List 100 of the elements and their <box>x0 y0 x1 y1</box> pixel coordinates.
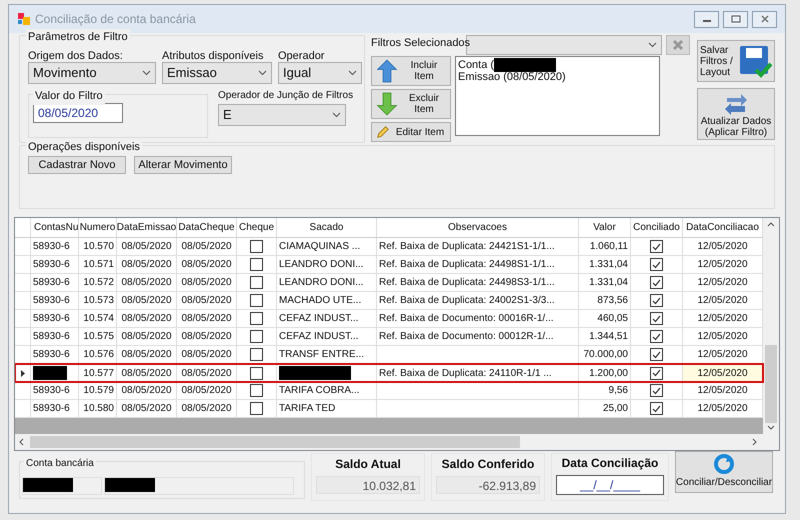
table-cell-text: 12/05/2020 <box>697 276 748 290</box>
table-row[interactable]: 58930-6 10.576 08/05/2020 08/05/2020 TRANSF ENTRE... 70.000,00 12/05/2020 <box>15 346 763 364</box>
column-header[interactable]: Cheque <box>237 218 277 237</box>
table-cell-text: 12/05/2020 <box>697 312 748 326</box>
checkbox[interactable] <box>650 348 663 361</box>
horizontal-scrollbar[interactable] <box>15 434 779 450</box>
table-cell-text: 10.577 <box>83 366 114 380</box>
checkbox[interactable] <box>650 276 663 289</box>
column-header[interactable]: Numero <box>79 218 117 237</box>
checkmark-icon <box>652 278 661 286</box>
column-header[interactable]: DataCheque <box>177 218 237 237</box>
checkbox[interactable] <box>650 240 663 253</box>
close-icon <box>672 39 684 51</box>
table-row[interactable]: 58930-6 10.579 08/05/2020 08/05/2020 TARIFA COBRA... 9,56 12/05/2020 <box>15 382 763 400</box>
dropdown[interactable]: Igual <box>278 62 362 84</box>
table-cell-text: 10.570 <box>83 240 114 254</box>
checkbox[interactable] <box>250 402 263 415</box>
close-icon <box>760 15 770 23</box>
checkbox[interactable] <box>650 330 663 343</box>
checkbox[interactable] <box>250 294 263 307</box>
table-cell-text: 58930-6 <box>33 294 70 308</box>
list-item[interactable]: Conta ( <box>458 59 494 71</box>
operation-button[interactable]: Cadastrar Novo <box>28 156 126 174</box>
checkbox[interactable] <box>650 294 663 307</box>
checkbox[interactable] <box>650 402 663 415</box>
checkbox[interactable] <box>250 384 263 397</box>
column-header[interactable]: ContasNu <box>31 218 79 237</box>
checkmark-icon <box>652 386 661 394</box>
action-button[interactable]: Incluir Item <box>371 56 451 86</box>
table-cell-text: TRANSF ENTRE... <box>279 348 364 362</box>
save-button[interactable]: Salvar Filtros / Layout <box>697 40 775 82</box>
account-code-field[interactable] <box>22 477 102 495</box>
table-cell-text: 08/05/2020 <box>121 384 172 398</box>
table-cell-text: 08/05/2020 <box>121 240 172 254</box>
table-row[interactable]: 58930-6 10.580 08/05/2020 08/05/2020 TARIFA TED 25,00 12/05/2020 <box>15 400 763 418</box>
column-header[interactable]: Valor <box>579 218 631 237</box>
action-button[interactable]: Excluir Item <box>371 89 451 119</box>
date-input[interactable]: __/__/____ <box>556 475 664 495</box>
table-cell-text: Ref. Baixa de Duplicata: 24498S3-1/1... <box>379 276 555 290</box>
reconcile-button[interactable]: Conciliar/Desconciliar <box>675 451 773 493</box>
table-cell-text: Ref. Baixa de Documento: 00016R-1/... <box>379 312 554 326</box>
table-row[interactable]: 58930-6 10.575 08/05/2020 08/05/2020 CEFAZ INDUST... Ref. Baixa de Documento: 00012R-1/... 1.344,51 12/05/2020 <box>15 328 763 346</box>
scroll-thumb[interactable] <box>765 345 777 423</box>
table-cell-text: 08/05/2020 <box>181 384 232 398</box>
app-icon <box>17 12 31 26</box>
table-cell-text: 08/05/2020 <box>121 348 172 362</box>
table-cell-text: Ref. Baixa de Duplicata: 24498S1-1/1... <box>379 258 555 272</box>
table-cell-text: 70.000,00 <box>584 348 628 362</box>
checkbox[interactable] <box>250 276 263 289</box>
checkbox[interactable] <box>650 384 663 397</box>
column-header[interactable]: Conciliado <box>631 218 683 237</box>
table-cell-text: 10.576 <box>83 348 114 362</box>
column-header[interactable]: Observacoes <box>377 218 579 237</box>
checkbox[interactable] <box>250 366 263 380</box>
vertical-scrollbar[interactable] <box>763 218 779 434</box>
dropdown[interactable]: Movimento <box>28 62 156 84</box>
scroll-thumb[interactable] <box>30 436 520 448</box>
checkbox[interactable] <box>650 258 663 271</box>
table-cell-text: 08/05/2020 <box>121 366 172 380</box>
action-button[interactable]: Editar Item <box>371 122 451 142</box>
chevron-down-icon <box>258 70 267 76</box>
table-cell-text: 12/05/2020 <box>697 240 748 254</box>
checkmark-icon <box>652 242 661 250</box>
checkbox[interactable] <box>250 258 263 271</box>
refresh-button[interactable]: Atualizar Dados (Aplicar Filtro) <box>697 88 775 140</box>
checkbox[interactable] <box>250 240 263 253</box>
table-row[interactable]: 58930-6 10.572 08/05/2020 08/05/2020 LEANDRO DONI... Ref. Baixa de Duplicata: 24498S3-1/1... 1.331,04 12/05/2020 <box>15 274 763 292</box>
table-row[interactable]: 58930-6 10.573 08/05/2020 08/05/2020 MACHADO UTE... Ref. Baixa de Duplicata: 24002S1-3/3... 873,56 12/05/2020 <box>15 292 763 310</box>
table-cell-text: 08/05/2020 <box>181 402 232 416</box>
dropdown[interactable]: E <box>218 104 346 126</box>
field-label: Operador <box>278 49 326 62</box>
chevron-down-icon <box>348 70 357 76</box>
account-name-field[interactable] <box>104 477 294 495</box>
filter-value-input[interactable]: 08/05/2020 <box>33 103 123 123</box>
checkbox[interactable] <box>250 330 263 343</box>
checkbox[interactable] <box>650 312 663 325</box>
checkbox[interactable] <box>250 348 263 361</box>
column-header[interactable]: Sacado <box>277 218 377 237</box>
table-cell-text: 08/05/2020 <box>121 312 172 326</box>
table-cell-text: 12/05/2020 <box>697 348 748 362</box>
table-cell-text: 1.200,00 <box>589 366 628 380</box>
operation-button[interactable]: Alterar Movimento <box>134 156 232 174</box>
close-button[interactable] <box>752 10 777 28</box>
table-cell-text: 12/05/2020 <box>697 384 748 398</box>
checkbox[interactable] <box>250 312 263 325</box>
dropdown[interactable]: Emissao <box>162 62 272 84</box>
table-row[interactable]: 58930-6 10.570 08/05/2020 08/05/2020 CIAMAQUINAS ... Ref. Baixa de Duplicata: 24421S1-1/1... 1.060,11 12/05/2020 <box>15 238 763 256</box>
balance-field: 10.032,81 <box>316 476 420 494</box>
column-header[interactable]: DataEmissao <box>117 218 177 237</box>
table-row[interactable]: 58930-6 10.574 08/05/2020 08/05/2020 CEFAZ INDUST... Ref. Baixa de Documento: 00016R-1/... 460,05 12/05/2020 <box>15 310 763 328</box>
table-row[interactable]: 58930-6 10.571 08/05/2020 08/05/2020 LEANDRO DONI... Ref. Baixa de Duplicata: 24498S1-1/1... 1.331,04 12/05/2020 <box>15 256 763 274</box>
maximize-button[interactable] <box>723 10 748 28</box>
table-cell-text: 08/05/2020 <box>181 294 232 308</box>
table-cell-text: Ref. Baixa de Documento: 00012R-1/... <box>379 330 554 344</box>
minimize-button[interactable] <box>694 10 719 28</box>
checkbox[interactable] <box>650 366 663 380</box>
table-cell-text: 08/05/2020 <box>121 402 172 416</box>
chevron-down-icon <box>142 70 151 76</box>
list-item[interactable]: Emissao (08/05/2020) <box>458 71 566 83</box>
table-row[interactable]: 10.577 08/05/2020 08/05/2020 Ref. Baixa de Duplicata: 24110R-1/1 ... 1.200,00 12/05/2020 <box>15 364 763 382</box>
